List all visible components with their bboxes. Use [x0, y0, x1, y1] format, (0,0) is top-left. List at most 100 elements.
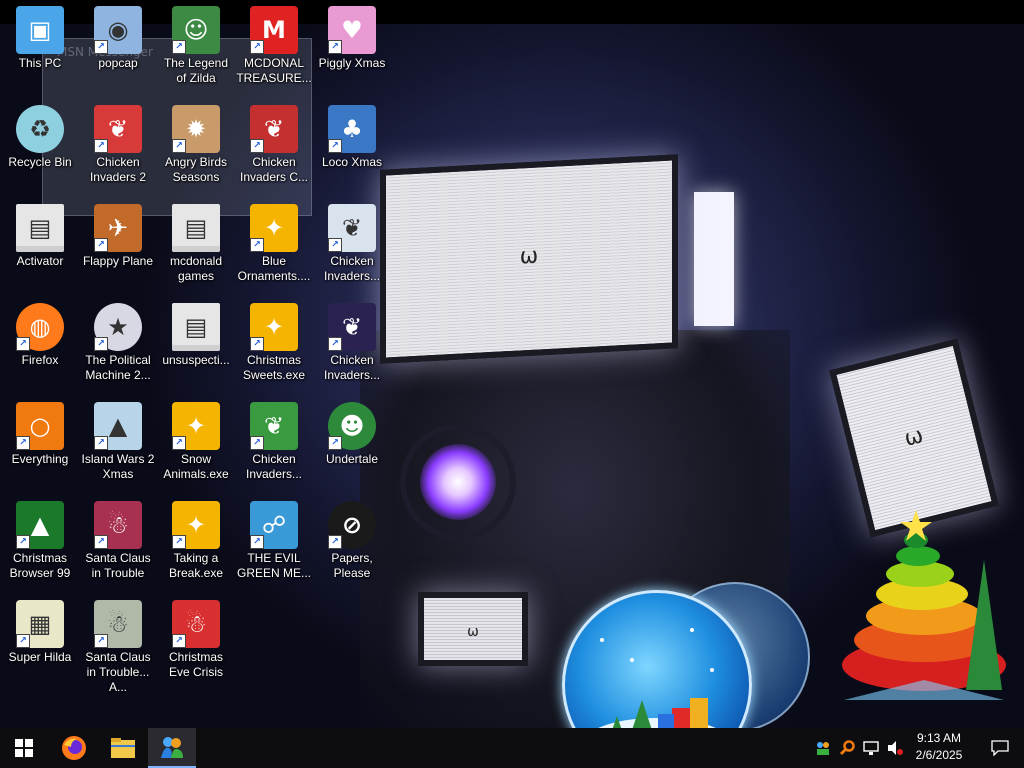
- christmas-tree-gadget: [834, 500, 1014, 710]
- messenger-tray-icon: [817, 742, 829, 755]
- desktop-icon[interactable]: ❦ ↗ Chicken Invaders...: [314, 200, 390, 296]
- papers-please-icon: ⊘ ↗: [328, 501, 376, 549]
- firefox-icon: [62, 736, 86, 760]
- desktop-icon-label: Undertale: [325, 452, 379, 466]
- desktop-icon-label: Flappy Plane: [82, 254, 154, 268]
- desktop-icon-label: Santa Claus in Trouble... A...: [85, 650, 151, 694]
- desktop-icon[interactable]: ▲ ↗ Island Wars 2 Xmas: [80, 398, 156, 494]
- popcap-icon: ◉ ↗: [94, 6, 142, 54]
- firefox-icon: ◍ ↗: [16, 303, 64, 351]
- desktop-icon-label: Chicken Invaders 2: [89, 155, 147, 184]
- desktop-icon-label: Santa Claus in Trouble: [85, 551, 151, 580]
- shortcut-arrow-icon: ↗: [250, 337, 264, 351]
- desktop-icon[interactable]: ▦ ↗ Super Hilda: [2, 596, 78, 692]
- desktop-icon[interactable]: ▲ ↗ Christmas Browser 99: [2, 497, 78, 593]
- start-button[interactable]: [0, 728, 48, 768]
- desktop-icon[interactable]: ☃ ↗ Santa Claus in Trouble... A...: [80, 596, 156, 694]
- desktop-icon[interactable]: ❦ ↗ Chicken Invaders...: [314, 299, 390, 395]
- wallpaper-light-bar: [694, 192, 734, 326]
- plane-icon: ✈ ↗: [94, 204, 142, 252]
- desktop-icon[interactable]: ◉ ↗ popcap: [80, 2, 156, 98]
- network-icon: [863, 741, 879, 755]
- desktop-icon[interactable]: ♣ ↗ Loco Xmas: [314, 101, 390, 197]
- santa-icon: ☃ ↗: [172, 600, 220, 648]
- desktop-icon[interactable]: ⊘ ↗ Papers, Please: [314, 497, 390, 593]
- taskbar-clock[interactable]: 9:13 AM 2/6/2025: [906, 730, 972, 766]
- desktop-icon[interactable]: ▤ unsuspecti...: [158, 299, 234, 395]
- wallpaper-small-screen: ω: [418, 592, 528, 666]
- desktop-icon-label: popcap: [98, 56, 138, 70]
- messenger-taskbar-button[interactable]: [148, 728, 196, 768]
- tray-volume-muted-icon[interactable]: [884, 728, 906, 768]
- tray-network-icon[interactable]: [860, 728, 882, 768]
- desktop-icon[interactable]: ✦ ↗ Snow Animals.exe: [158, 398, 234, 494]
- desktop-icon-label: unsuspecti...: [162, 353, 230, 367]
- desktop-icon[interactable]: ▣ This PC: [2, 2, 78, 98]
- island-icon: ▲ ↗: [94, 402, 142, 450]
- desktop-icon[interactable]: ☃ ↗ Christmas Eve Crisis: [158, 596, 234, 692]
- tray-messenger-icon[interactable]: [812, 728, 834, 768]
- desktop-icon[interactable]: ▤ mcdonald games: [158, 200, 234, 296]
- notification-icon: [991, 740, 1009, 756]
- desktop-icon-label: Chicken Invaders...: [323, 353, 381, 382]
- desktop-icon[interactable]: ✹ ↗ Angry Birds Seasons: [158, 101, 234, 197]
- windows-logo-icon: [15, 739, 33, 757]
- shortcut-arrow-icon: ↗: [328, 238, 342, 252]
- desktop-icon-label: Taking a Break.exe: [168, 551, 224, 580]
- clock-date: 2/6/2025: [915, 748, 963, 762]
- tree-icon: ▲ ↗: [16, 501, 64, 549]
- desktop-icon-label: mcdonald games: [169, 254, 223, 283]
- icon-glyph: ▤: [172, 204, 220, 252]
- desktop-icon-label: The Legend of Zilda: [163, 56, 229, 85]
- firefox-taskbar-button[interactable]: [50, 728, 98, 768]
- messenger-icon: [161, 737, 183, 758]
- screen-face: ω: [901, 423, 926, 453]
- icon-glyph: ♻: [16, 105, 64, 153]
- folder-icon: ▤: [172, 303, 220, 351]
- desktop-icon[interactable]: ❦ ↗ Chicken Invaders 2: [80, 101, 156, 197]
- computer-icon: ▣: [16, 6, 64, 54]
- gift-icon: ✦ ↗: [250, 204, 298, 252]
- desktop-icon-label: Everything: [11, 452, 69, 466]
- screen-face: ω: [467, 624, 479, 641]
- snow-globe-scene: [598, 628, 716, 728]
- shortcut-arrow-icon: ↗: [94, 436, 108, 450]
- desktop-icon[interactable]: ☺ ↗ The Legend of Zilda: [158, 2, 234, 98]
- desktop-icon-label: Super Hilda: [8, 650, 72, 664]
- mcdonalds-icon: M ↗: [250, 6, 298, 54]
- desktop-icon[interactable]: ☻ ↗ Undertale: [314, 398, 390, 494]
- action-center-button[interactable]: [976, 728, 1024, 768]
- folder-icon: ▤: [172, 204, 220, 252]
- shortcut-arrow-icon: ↗: [16, 436, 30, 450]
- file-explorer-taskbar-button[interactable]: [99, 728, 147, 768]
- desktop-icon[interactable]: ♥ ↗ Piggly Xmas: [314, 2, 390, 98]
- desktop-icon[interactable]: ○ ↗ Everything: [2, 398, 78, 494]
- volume-muted-icon: [888, 741, 903, 755]
- wallpaper-main-screen: ω: [380, 154, 678, 364]
- desktop-icon[interactable]: ★ ↗ The Political Machine 2...: [80, 299, 156, 395]
- tray-everything-icon[interactable]: [836, 728, 858, 768]
- recycle-bin-icon: ♻: [16, 105, 64, 153]
- shortcut-arrow-icon: ↗: [250, 535, 264, 549]
- desktop-icon[interactable]: ♻ Recycle Bin: [2, 101, 78, 197]
- desktop-icon[interactable]: ☃ ↗ Santa Claus in Trouble: [80, 497, 156, 593]
- gift-icon: ✦ ↗: [172, 402, 220, 450]
- angry-birds-icon: ✹ ↗: [172, 105, 220, 153]
- desktop-icon-label: Activator: [16, 254, 64, 268]
- desktop-icon[interactable]: ❦ ↗ Chicken Invaders C...: [236, 101, 312, 197]
- clock-time: 9:13 AM: [916, 731, 962, 745]
- shortcut-arrow-icon: ↗: [250, 139, 264, 153]
- desktop-icon[interactable]: ✦ ↗ Taking a Break.exe: [158, 497, 234, 593]
- desktop-icon-label: The Political Machine 2...: [85, 353, 151, 382]
- desktop-icon[interactable]: ✈ ↗ Flappy Plane: [80, 200, 156, 296]
- desktop-icon-label: Piggly Xmas: [318, 56, 386, 70]
- desktop-icon[interactable]: M ↗ MCDONAL TREASURE...: [236, 2, 312, 98]
- desktop-icon[interactable]: ▤ Activator: [2, 200, 78, 296]
- desktop-icon-label: THE EVIL GREEN ME...: [236, 551, 311, 580]
- desktop-icon[interactable]: ✦ ↗ Christmas Sweets.exe: [236, 299, 312, 395]
- desktop-icon[interactable]: ◍ ↗ Firefox: [2, 299, 78, 395]
- desktop-icon[interactable]: ☍ ↗ THE EVIL GREEN ME...: [236, 497, 312, 593]
- desktop-icon[interactable]: ✦ ↗ Blue Ornaments....: [236, 200, 312, 296]
- zilda-icon: ☺ ↗: [172, 6, 220, 54]
- desktop-icon[interactable]: ❦ ↗ Chicken Invaders...: [236, 398, 312, 494]
